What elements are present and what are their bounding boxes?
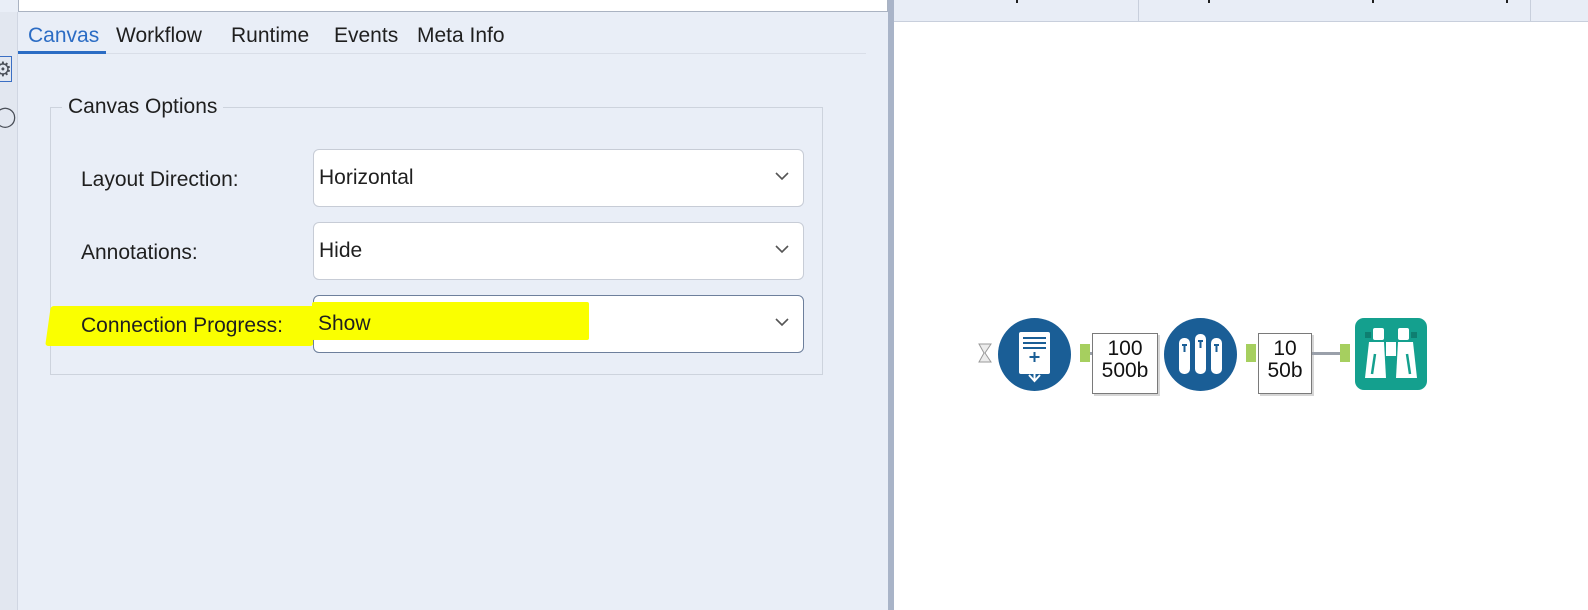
output-anchor[interactable] — [1080, 344, 1090, 362]
annotations-value: Hide — [319, 239, 363, 262]
connection-progress-box: 100 500b — [1092, 333, 1158, 394]
circle-icon[interactable]: ◯ — [0, 104, 16, 128]
layout-direction-value: Horizontal — [319, 166, 414, 189]
data-size: 500b — [1101, 359, 1149, 382]
layout-direction-label: Layout Direction: — [81, 168, 239, 191]
annotations-select[interactable]: Hide — [313, 222, 804, 280]
input-data-tool[interactable] — [998, 318, 1071, 391]
layout-direction-select[interactable]: Horizontal — [313, 149, 804, 207]
data-size: 50b — [1267, 359, 1303, 382]
record-count: 10 — [1273, 337, 1297, 360]
tab-workflow[interactable]: Workflow — [116, 24, 202, 48]
chevron-down-icon — [775, 245, 789, 254]
sample-tool[interactable] — [1164, 318, 1237, 391]
chevron-down-icon — [775, 318, 789, 327]
header-tick — [1016, 0, 1018, 3]
gear-icon[interactable]: ⚙ — [0, 56, 12, 82]
output-anchor[interactable] — [1246, 344, 1256, 362]
connection-progress-value: Show — [318, 312, 371, 335]
browse-tool[interactable] — [1355, 318, 1427, 390]
header-tick — [1372, 0, 1374, 3]
annotations-label: Annotations: — [81, 241, 198, 264]
top-input-box[interactable] — [18, 0, 888, 12]
column-separator[interactable] — [1530, 0, 1531, 22]
input-data-icon — [1019, 332, 1050, 383]
binoculars-icon — [1365, 328, 1417, 378]
canvas-options-title: Canvas Options — [62, 95, 224, 119]
configuration-panel: ⚙ ◯ Canvas Workflow Runtime Events Meta … — [0, 0, 890, 610]
connection-progress-label: Connection Progress: — [81, 314, 283, 337]
column-separator[interactable] — [1138, 0, 1139, 22]
tab-meta-info[interactable]: Meta Info — [417, 24, 505, 48]
test-tubes-icon — [1179, 334, 1222, 374]
workflow-canvas[interactable]: 100 500b 10 50b — [894, 0, 1588, 610]
input-anchor-icon[interactable] — [978, 343, 992, 363]
tab-events[interactable]: Events — [334, 24, 398, 48]
chevron-down-icon — [775, 172, 789, 181]
input-anchor[interactable] — [1340, 344, 1350, 362]
header-tick — [1506, 0, 1508, 3]
header-tick — [1208, 0, 1210, 3]
record-count: 100 — [1107, 337, 1143, 360]
connection-progress-box: 10 50b — [1258, 333, 1312, 394]
results-grid-header — [894, 0, 1588, 22]
active-tab-indicator — [18, 51, 106, 54]
side-toolbar: ⚙ ◯ — [0, 12, 18, 610]
connection-line — [1312, 352, 1342, 355]
tab-canvas[interactable]: Canvas — [28, 24, 99, 48]
config-tabs: Canvas Workflow Runtime Events Meta Info — [18, 20, 866, 54]
tab-runtime[interactable]: Runtime — [231, 24, 309, 48]
